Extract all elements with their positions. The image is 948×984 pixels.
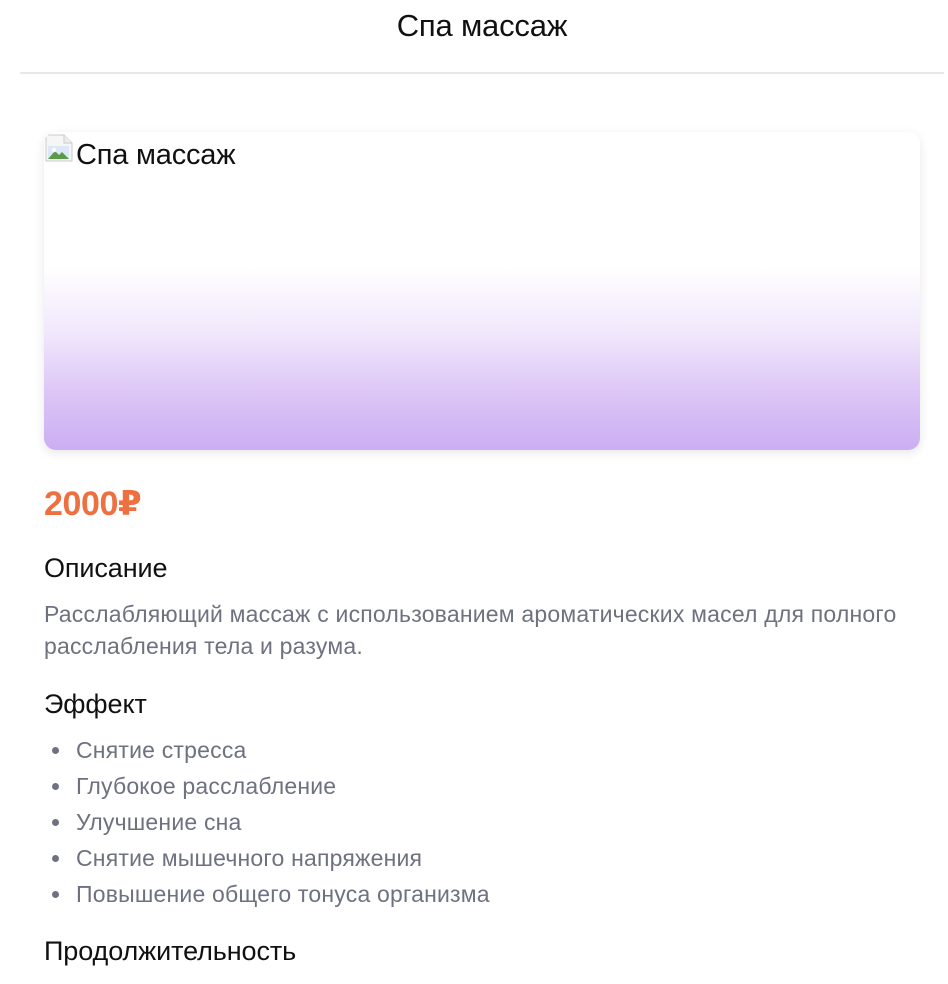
effect-item-label: Снятие стресса	[76, 737, 247, 763]
service-image-card: Спа массаж	[44, 132, 920, 450]
effect-item-label: Повышение общего тонуса организма	[76, 881, 490, 907]
bullet-icon	[52, 747, 59, 754]
duration-heading: Продолжительность	[44, 936, 297, 966]
description-text: Расслабляющий массаж с использованием ар…	[44, 601, 897, 659]
effects-list: Снятие стресса Глубокое расслабление Улу…	[44, 732, 490, 912]
page-header: Спа массаж	[20, 0, 944, 74]
broken-image-icon	[45, 134, 73, 162]
description-heading: Описание	[44, 553, 168, 583]
list-item: Повышение общего тонуса организма	[44, 876, 490, 912]
list-item: Улучшение сна	[44, 804, 490, 840]
bullet-icon	[52, 855, 59, 862]
page-title: Спа массаж	[396, 8, 568, 43]
service-image: Спа массаж	[44, 132, 236, 179]
service-details-page: Спа массаж Спа массаж 2000₽ Описание Рас…	[0, 0, 948, 984]
effect-item-label: Снятие мышечного напряжения	[76, 845, 423, 871]
image-alt-text: Спа массаж	[76, 139, 236, 171]
effect-item-label: Улучшение сна	[76, 809, 242, 835]
effects-heading: Эффект	[44, 689, 147, 719]
bullet-icon	[52, 783, 59, 790]
list-item: Снятие мышечного напряжения	[44, 840, 490, 876]
bullet-icon	[52, 819, 59, 826]
list-item: Глубокое расслабление	[44, 768, 490, 804]
list-item: Снятие стресса	[44, 732, 490, 768]
service-price: 2000₽	[44, 485, 142, 523]
bullet-icon	[52, 891, 59, 898]
effect-item-label: Глубокое расслабление	[76, 773, 337, 799]
